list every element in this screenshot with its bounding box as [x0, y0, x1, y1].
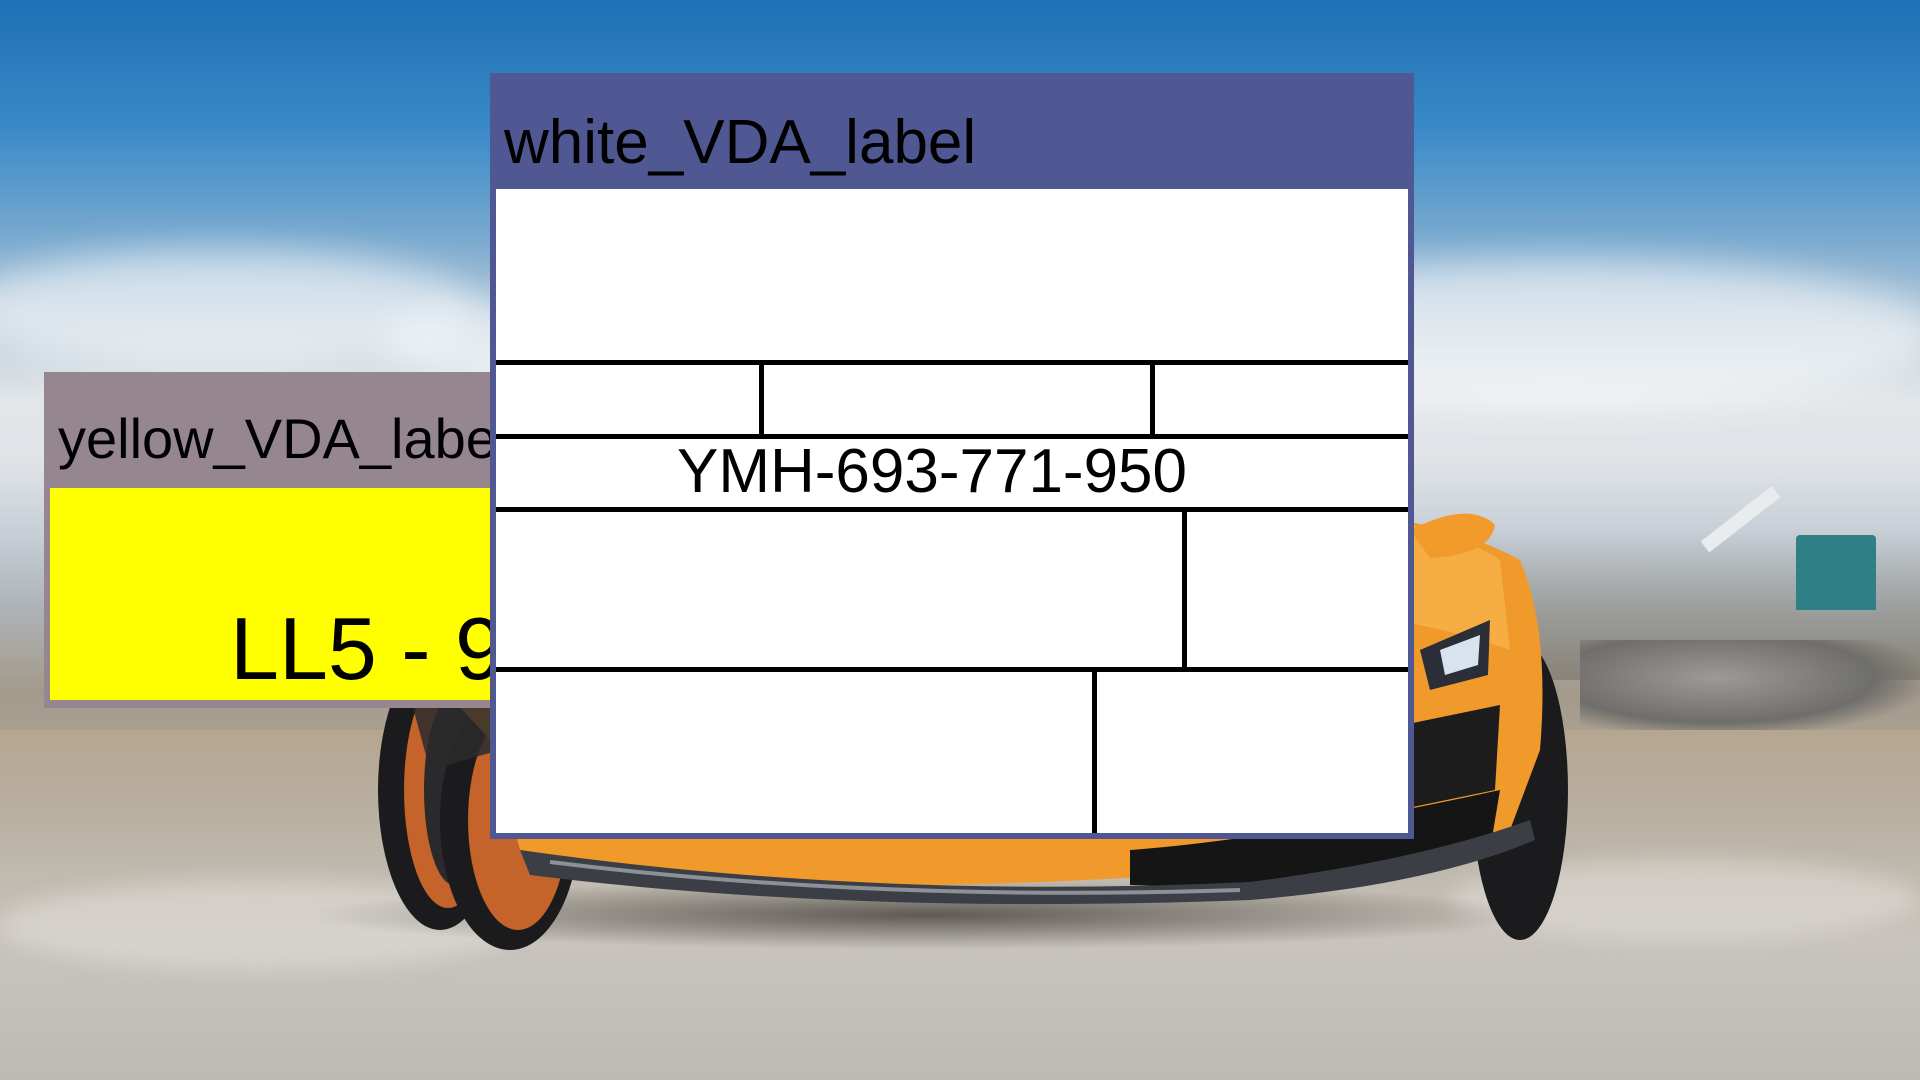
yellow-vda-label-title: yellow_VDA_label	[58, 407, 510, 470]
white-vda-label-body: YMH-693-771-950	[490, 183, 1414, 839]
form-cell-divider	[1182, 507, 1187, 667]
form-row-divider	[496, 667, 1408, 672]
form-cell-divider	[1092, 667, 1097, 833]
white-label-form: YMH-693-771-950	[496, 189, 1408, 833]
form-cell-divider	[759, 360, 764, 434]
white-vda-label-title: white_VDA_label	[504, 108, 977, 177]
yellow-vda-label-titlebar[interactable]: yellow_VDA_label	[44, 372, 509, 482]
form-row-divider	[496, 360, 1408, 365]
white-vda-label-titlebar[interactable]: white_VDA_label	[490, 73, 1414, 183]
rock-pile	[1580, 640, 1920, 735]
water-tank	[1796, 535, 1876, 610]
form-row-divider	[496, 507, 1408, 512]
yellow-plate-number: LL5 - 9	[230, 599, 504, 698]
white-vda-label-window[interactable]: white_VDA_label YMH-693-771-950	[490, 73, 1414, 839]
yellow-license-plate: LL5 - 9	[50, 488, 504, 700]
yellow-vda-label-window[interactable]: yellow_VDA_label LL5 - 9	[44, 372, 509, 708]
form-cell-divider	[1150, 360, 1155, 434]
yellow-vda-label-body: LL5 - 9	[44, 482, 504, 708]
white-plate-number: YMH-693-771-950	[676, 437, 1188, 506]
